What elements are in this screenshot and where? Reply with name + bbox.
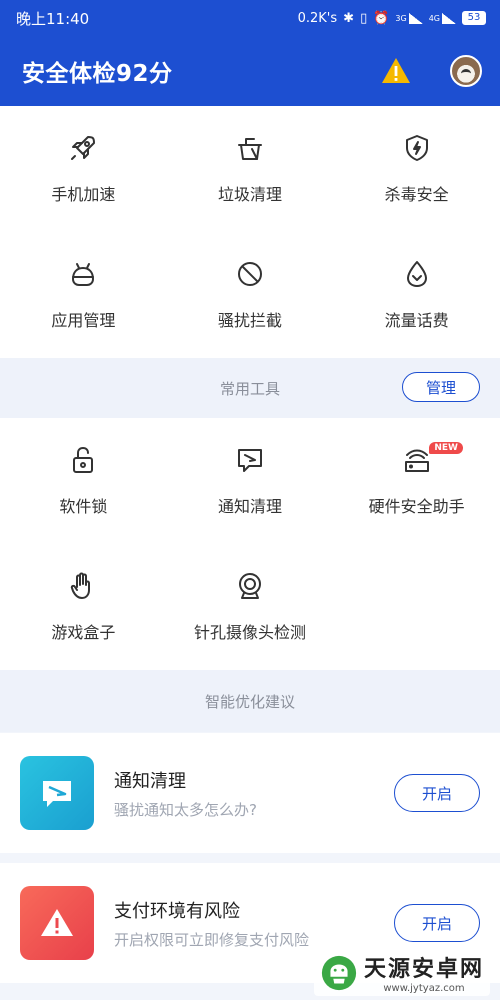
grid-label: 硬件安全助手	[368, 497, 465, 516]
message-icon	[20, 756, 94, 830]
grid-item-data-billing[interactable]: 流量话费	[333, 232, 500, 358]
section-title: 智能优化建议	[204, 692, 295, 711]
warning-icon[interactable]	[380, 55, 412, 87]
watermark-url: www.jytyaz.com	[383, 983, 465, 994]
status-time: 晚上11:40	[16, 9, 90, 28]
shield-bolt-icon	[405, 135, 428, 161]
grid-item-app-lock[interactable]: 软件锁	[0, 418, 167, 544]
watermark-name: 天源安卓网	[363, 956, 484, 982]
grid-item-phone-boost[interactable]: 手机加速	[0, 106, 167, 232]
grid-item-app-manage[interactable]: 应用管理	[0, 232, 167, 358]
android-icon	[72, 263, 95, 286]
grid-label: 针孔摄像头检测	[193, 623, 306, 642]
main-feature-grid: 手机加速 垃圾清理 杀毒安全 应用管理 骚扰拦截 流量话费	[0, 106, 500, 358]
android-logo-icon	[321, 955, 357, 990]
page-title: 安全体检92分	[22, 61, 173, 87]
network-3g: 3G	[395, 13, 407, 23]
grid-item-pinhole-camera[interactable]: 针孔摄像头检测	[167, 544, 334, 670]
section-title: 常用工具	[219, 379, 280, 398]
enable-button[interactable]: 开启	[394, 774, 480, 812]
grid-item-notify-clean[interactable]: 通知清理	[167, 418, 334, 544]
tools-grid: 软件锁 通知清理 NEW 硬件安全助手 游戏盒子 针孔摄像头检测	[0, 418, 500, 670]
block-icon	[237, 262, 262, 286]
drop-icon	[406, 261, 427, 287]
grid-label: 通知清理	[217, 497, 282, 516]
status-bar: 晚上11:40 0.2K's ✱ ▯ ⏰ 3G 4G 53	[0, 0, 500, 36]
bluetooth-icon: ✱	[343, 10, 355, 26]
manage-button[interactable]: 管理	[402, 372, 480, 402]
avatar[interactable]	[450, 55, 482, 87]
grid-item-game-box[interactable]: 游戏盒子	[0, 544, 167, 670]
rocket-icon	[71, 136, 96, 160]
new-badge: NEW	[429, 442, 463, 454]
suggestion-card[interactable]: 通知清理 骚扰通知太多怎么办? 开启	[0, 733, 500, 853]
grid-label: 杀毒安全	[384, 185, 449, 204]
suggestion-text: 通知清理 骚扰通知太多怎么办?	[114, 767, 394, 820]
grid-item-junk-clean[interactable]: 垃圾清理	[167, 106, 334, 232]
suggestion-desc: 开启权限可立即修复支付风险	[114, 930, 310, 949]
grid-label: 应用管理	[51, 311, 116, 330]
suggestion-title: 通知清理	[114, 770, 186, 792]
grid-label: 垃圾清理	[217, 185, 282, 204]
alarm-icon: ⏰	[373, 10, 390, 26]
grid-label: 手机加速	[51, 185, 116, 204]
signal-icon	[442, 12, 456, 24]
webcam-icon	[238, 573, 261, 599]
hand-icon	[71, 572, 91, 599]
signal-icon	[408, 12, 423, 24]
router-icon	[404, 449, 429, 472]
battery-icon: 53	[462, 11, 486, 25]
grid-label: 软件锁	[59, 497, 108, 516]
app-header: 安全体检92分	[0, 36, 500, 106]
warning-icon	[20, 886, 94, 960]
grid-item-hardware-assistant[interactable]: NEW 硬件安全助手	[333, 418, 500, 544]
suggestion-title: 支付环境有风险	[114, 900, 240, 922]
grid-label: 骚扰拦截	[217, 311, 282, 330]
lock-icon	[73, 447, 94, 473]
watermark: 天源安卓网 www.jytyaz.com	[313, 949, 490, 996]
grid-item-harass-block[interactable]: 骚扰拦截	[167, 232, 334, 358]
enable-button[interactable]: 开启	[394, 904, 480, 942]
grid-label: 游戏盒子	[51, 623, 116, 642]
grid-label: 流量话费	[384, 311, 449, 330]
grid-item-antivirus[interactable]: 杀毒安全	[333, 106, 500, 232]
trash-icon	[237, 138, 262, 160]
watermark-text: 天源安卓网 www.jytyaz.com	[364, 951, 484, 994]
suggestion-text: 支付环境有风险 开启权限可立即修复支付风险	[114, 897, 394, 950]
vibrate-icon: ▯	[360, 10, 368, 26]
status-icons: 0.2K's ✱ ▯ ⏰ 3G 4G 53	[298, 11, 486, 26]
network-4g: 4G	[428, 13, 440, 23]
message-icon	[237, 449, 262, 472]
tools-section-header: 常用工具 管理	[0, 358, 500, 418]
suggestion-desc: 骚扰通知太多怎么办?	[114, 800, 257, 819]
net-speed: 0.2K's	[297, 10, 338, 26]
suggest-section-header: 智能优化建议	[0, 670, 500, 732]
